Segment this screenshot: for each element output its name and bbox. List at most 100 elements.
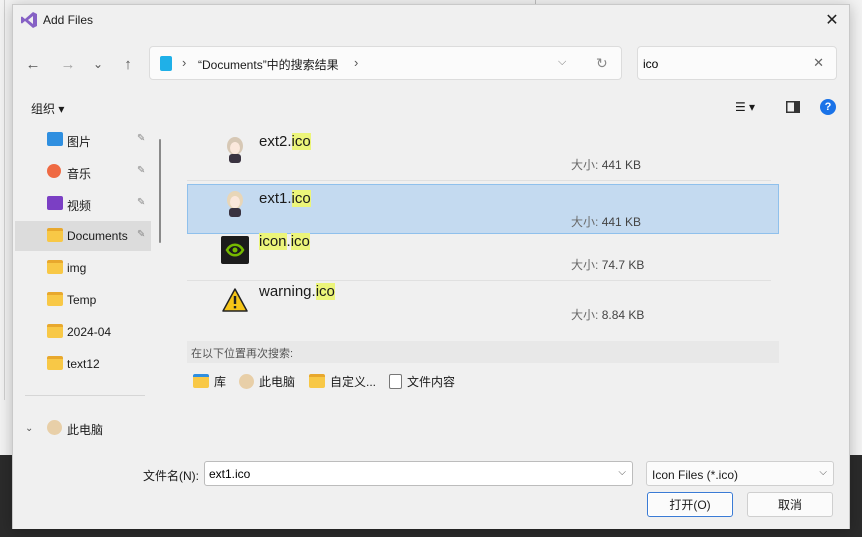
music-icon: [47, 164, 61, 178]
sidebar-item-label: Documents: [67, 229, 128, 243]
dialog-footer: 文件名(N): ⌵ Icon Files (*.ico) ⌵ 打开(O) 取消: [13, 453, 849, 529]
pictures-icon: [47, 132, 63, 146]
sidebar-item-this-pc[interactable]: 此电脑: [15, 413, 151, 443]
search-again-file-contents[interactable]: 文件内容: [389, 371, 455, 391]
preview-pane-button[interactable]: [784, 98, 802, 116]
chevron-down-icon: ⌄: [92, 57, 104, 71]
organize-button[interactable]: 组织 ▾: [31, 100, 64, 117]
list-item[interactable]: ext2.ico 大小: 441 KB: [187, 127, 779, 177]
search-box[interactable]: ✕: [637, 46, 837, 80]
search-location-label: 文件内容: [407, 374, 456, 389]
file-list: ext2.ico 大小: 441 KB ext1.ico 大小: 441 KB …: [165, 123, 849, 453]
refresh-icon[interactable]: ↻: [596, 55, 608, 72]
search-location-label: 自定义...: [330, 374, 377, 389]
breadcrumb-separator-icon[interactable]: ›: [354, 55, 358, 70]
navigation-pane: 图片 ✎ 音乐 ✎ 视频 ✎ Documents ✎ img Temp 2024…: [15, 123, 163, 453]
search-again-label: 在以下位置再次搜索:: [191, 348, 294, 360]
chevron-down-icon: ⌵: [819, 467, 827, 478]
sidebar-item-2024-04[interactable]: 2024-04: [15, 317, 151, 347]
sidebar-item-music[interactable]: 音乐 ✎: [15, 157, 151, 187]
sidebar-item-label: 2024-04: [67, 325, 112, 339]
back-button[interactable]: ←: [22, 53, 44, 75]
list-item[interactable]: warning.ico 大小: 8.84 KB: [187, 277, 779, 327]
libraries-icon: [193, 374, 209, 388]
file-contents-icon: [389, 373, 402, 389]
list-view-icon: ☰ ▾: [734, 100, 756, 114]
sidebar-item-videos[interactable]: 视频 ✎: [15, 189, 151, 219]
sidebar-item-label: 此电脑: [67, 423, 104, 437]
file-name: warning.ico: [259, 283, 335, 300]
this-pc-icon: [47, 420, 62, 435]
folder-icon: [47, 356, 63, 370]
file-type-select[interactable]: Icon Files (*.ico) ⌵: [646, 461, 834, 486]
add-files-dialog: Add Files ✕ ← → ⌄ ↑ › “Documents”中的搜索结果 …: [12, 4, 850, 529]
file-name: ext2.ico: [259, 133, 311, 150]
this-pc-icon: [239, 373, 254, 389]
search-again-custom[interactable]: 自定义...: [309, 371, 376, 391]
folder-icon: [47, 324, 63, 338]
search-again-libraries[interactable]: 库: [193, 371, 226, 391]
search-location-label: 此电脑: [259, 374, 296, 389]
folder-icon: [47, 228, 63, 242]
sidebar-item-pictures[interactable]: 图片 ✎: [15, 125, 151, 155]
view-options-button[interactable]: ☰ ▾: [725, 98, 765, 116]
sidebar-item-label: img: [67, 261, 87, 275]
filename-combobox[interactable]: ⌵: [204, 461, 633, 486]
address-bar[interactable]: › “Documents”中的搜索结果 › ⌵ ↻: [149, 46, 622, 80]
custom-folder-icon: [309, 374, 325, 388]
filename-field[interactable]: [209, 467, 599, 481]
sidebar-item-label: text12: [67, 357, 100, 371]
preview-pane-icon: [786, 101, 800, 113]
search-input[interactable]: [643, 55, 803, 73]
sidebar-scrollbar[interactable]: [159, 139, 161, 243]
forward-arrow-icon: →: [60, 55, 76, 73]
command-bar: 组织 ▾ ☰ ▾ ?: [13, 95, 849, 121]
sidebar-divider: [25, 395, 145, 396]
sidebar-item-temp[interactable]: Temp: [15, 285, 151, 315]
open-button[interactable]: 打开(O): [647, 492, 733, 517]
sidebar-item-img[interactable]: img: [15, 253, 151, 283]
recent-locations-button[interactable]: ⌄: [87, 53, 109, 75]
forward-button[interactable]: →: [57, 53, 79, 75]
sidebar-item-label: 图片: [67, 135, 92, 149]
help-button[interactable]: ?: [819, 98, 837, 116]
clear-search-icon[interactable]: ✕: [813, 55, 824, 71]
folder-icon: [47, 292, 63, 306]
window-title: Add Files: [43, 13, 94, 27]
file-type-value: Icon Files (*.ico): [652, 468, 739, 482]
title-bar: Add Files ✕: [13, 5, 849, 35]
file-name: ext1.ico: [259, 190, 311, 207]
up-arrow-icon: ↑: [124, 55, 132, 73]
filename-label: 文件名(N):: [143, 469, 199, 483]
pin-icon: ✎: [137, 197, 146, 208]
row-divider: [187, 180, 771, 181]
sidebar-item-documents[interactable]: Documents ✎: [15, 221, 151, 251]
breadcrumb[interactable]: “Documents”中的搜索结果: [198, 56, 339, 73]
search-results-icon: [160, 56, 172, 71]
address-dropdown-icon[interactable]: ⌵: [558, 56, 566, 69]
videos-icon: [47, 196, 63, 210]
sidebar-item-label: Temp: [67, 293, 97, 307]
breadcrumb-separator-icon: ›: [182, 55, 187, 70]
search-again-this-pc[interactable]: 此电脑: [239, 371, 295, 391]
sidebar-item-text12[interactable]: text12: [15, 349, 151, 379]
sidebar-item-label: 音乐: [67, 167, 92, 181]
pin-icon: ✎: [137, 165, 146, 176]
close-button[interactable]: ✕: [815, 5, 849, 35]
background-edge: [4, 0, 5, 400]
cancel-button[interactable]: 取消: [747, 492, 833, 517]
anime-avatar-icon: [221, 136, 249, 164]
pin-icon: ✎: [137, 133, 146, 144]
up-button[interactable]: ↑: [117, 53, 139, 75]
list-item[interactable]: icon.ico 大小: 74.7 KB: [187, 227, 779, 277]
warning-icon: [221, 286, 249, 314]
back-arrow-icon: ←: [25, 55, 41, 73]
file-size: 大小: 74.7 KB: [571, 258, 645, 272]
pin-icon: ✎: [137, 229, 146, 240]
folder-icon: [47, 260, 63, 274]
nvidia-icon: [221, 236, 249, 264]
chevron-down-icon[interactable]: ⌵: [618, 467, 626, 478]
navigation-bar: ← → ⌄ ↑ › “Documents”中的搜索结果 › ⌵ ↻ ✕: [13, 45, 849, 81]
anime-avatar-icon: [221, 190, 249, 218]
search-location-label: 库: [214, 374, 227, 389]
